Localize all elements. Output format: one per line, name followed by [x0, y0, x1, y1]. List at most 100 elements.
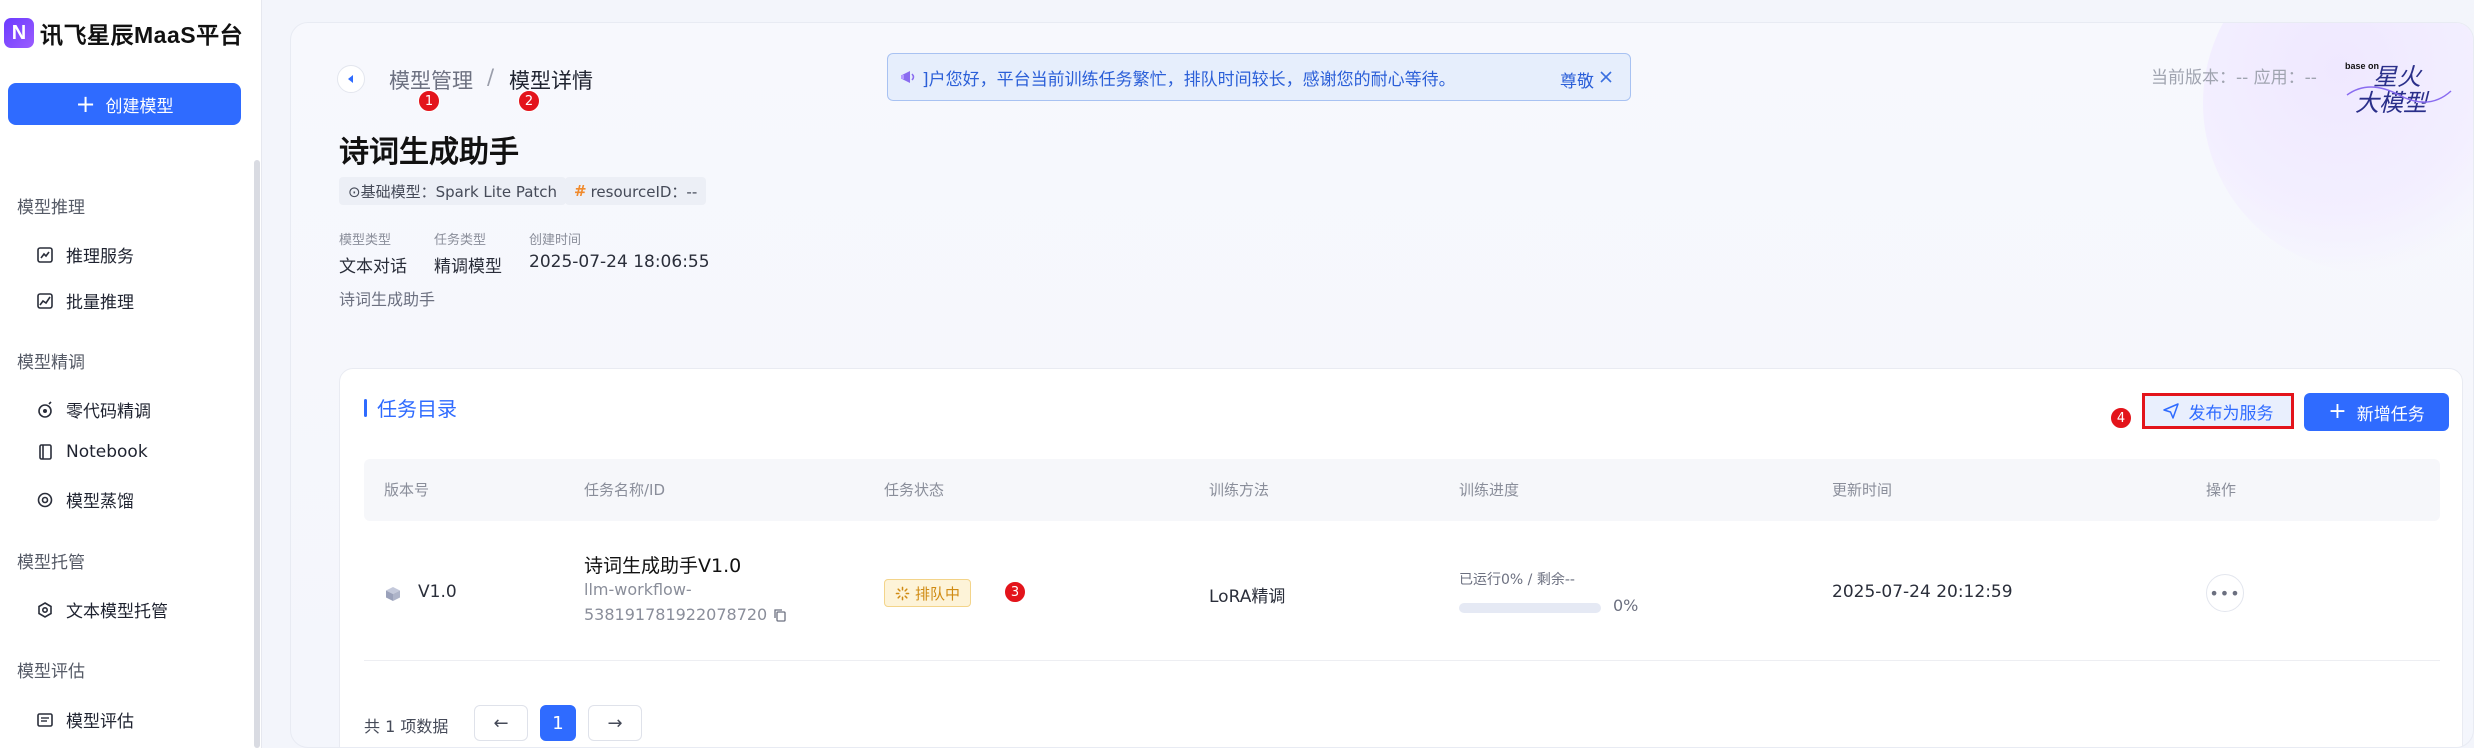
status-badge: 排队中 [884, 579, 972, 607]
sidebar-scrollbar[interactable] [254, 160, 260, 748]
create-model-label: 创建模型 [105, 96, 174, 117]
breadcrumb-model-detail: 模型详情 [509, 69, 593, 93]
main-panel: 模型管理 / 模型详情 1 2 ]户您好，平台当前训练任务繁忙，排队时间较长，感… [290, 22, 2474, 748]
sidebar-item-label: 推理服务 [66, 247, 134, 267]
meta-label-created-time: 创建时间 [529, 233, 582, 248]
more-icon: ••• [2209, 583, 2241, 603]
hash-icon: # [574, 182, 587, 200]
add-task-label: 新增任务 [2356, 404, 2425, 425]
notice-banner: ]户您好，平台当前训练任务繁忙，排队时间较长，感谢您的耐心等待。 尊敬 [887, 53, 1631, 101]
column-header-status: 任务状态 [884, 481, 945, 499]
annotation-marker-1: 1 [418, 90, 440, 112]
sidebar-item-zero-code-finetune[interactable]: 零代码精调 [36, 397, 151, 422]
annotation-marker-3: 3 [1004, 581, 1026, 603]
brand-logo: N [4, 18, 34, 48]
task-directory-title-text: 任务目录 [377, 397, 457, 421]
meta-value-created-time: 2025-07-24 18:06:55 [529, 252, 710, 272]
task-version: V1.0 [418, 582, 457, 602]
spark-logo-line1: 星火 [2373, 63, 2423, 91]
meta-label-model-type: 模型类型 [339, 233, 392, 248]
group-title-evaluation: 模型评估 [17, 662, 85, 682]
meta-value-model-type: 文本对话 [339, 257, 407, 277]
sidebar-item-distillation[interactable]: 模型蒸馏 [36, 487, 134, 512]
sidebar: N 讯飞星辰MaaS平台 + 创建模型 模型推理 推理服务 批量推理 模型精调 … [0, 0, 262, 748]
plus-icon: + [75, 90, 96, 118]
evaluation-icon [36, 711, 54, 729]
title-accent-bar [364, 398, 367, 417]
table-row[interactable]: V1.0 诗词生成助手V1.0 llm-workflow- 5381917819… [364, 521, 2440, 661]
create-model-button[interactable]: + 创建模型 [8, 83, 241, 125]
add-task-button[interactable]: + 新增任务 [2304, 393, 2449, 431]
close-icon[interactable] [1596, 67, 1616, 87]
sidebar-item-label: 零代码精调 [66, 402, 151, 422]
chart-area-icon [36, 292, 54, 310]
column-header-actions: 操作 [2206, 481, 2237, 499]
task-id-line1: llm-workflow- [584, 580, 692, 599]
group-title-inference: 模型推理 [17, 198, 85, 218]
column-header-method: 训练方法 [1209, 481, 1270, 499]
sidebar-item-label: 批量推理 [66, 293, 134, 313]
model-description: 诗词生成助手 [339, 290, 436, 309]
copy-icon[interactable] [773, 608, 787, 622]
sidebar-item-inference-service[interactable]: 推理服务 [36, 242, 134, 267]
task-directory-title: 任务目录 [364, 393, 457, 422]
tune-icon [36, 400, 54, 419]
meta-label-task-type: 任务类型 [434, 233, 487, 248]
cube-icon [386, 587, 400, 601]
total-count: 共 1 项数据 [364, 717, 449, 736]
group-title-finetune: 模型精调 [17, 353, 85, 373]
training-method: LoRA精调 [1209, 587, 1286, 607]
sidebar-item-notebook[interactable]: Notebook [36, 442, 148, 462]
more-actions-button[interactable]: ••• [2206, 574, 2244, 612]
annotation-marker-4: 4 [2110, 407, 2132, 429]
page-title: 诗词生成助手 [339, 135, 519, 170]
sidebar-item-label: Notebook [66, 442, 148, 462]
group-title-hosting: 模型托管 [17, 553, 85, 573]
publish-as-service-button[interactable]: 发布为服务 [2142, 393, 2294, 429]
pagination-prev-button[interactable]: ← [474, 705, 528, 741]
sidebar-item-text-model-hosting[interactable]: 文本模型托管 [36, 597, 168, 622]
hosting-icon [36, 601, 54, 619]
task-id-line2: 538191781922078720 [584, 602, 787, 627]
distill-icon [36, 491, 54, 509]
task-id: llm-workflow- 538191781922078720 [584, 577, 787, 627]
back-button[interactable] [337, 65, 365, 93]
table-header: 版本号 任务名称/ID 任务状态 训练方法 训练进度 更新时间 操作 [364, 459, 2440, 521]
sidebar-item-label: 模型蒸馏 [66, 492, 134, 512]
column-header-version: 版本号 [384, 481, 430, 499]
annotation-marker-2: 2 [518, 90, 540, 112]
updated-time: 2025-07-24 20:12:59 [1832, 582, 2013, 602]
sidebar-item-model-evaluation[interactable]: 模型评估 [36, 707, 134, 732]
resource-id-tag: # resourceID：-- [565, 177, 707, 205]
meta-value-task-type: 精调模型 [434, 257, 502, 277]
task-name[interactable]: 诗词生成助手V1.0 [584, 551, 741, 578]
progress-text: 已运行0% / 剩余-- [1459, 572, 1575, 588]
task-directory-card: 任务目录 4 发布为服务 + 新增任务 版本号 任务名称/ID 任务状态 训练方… [339, 368, 2463, 747]
send-icon [2162, 403, 2179, 419]
sidebar-item-batch-inference[interactable]: 批量推理 [36, 288, 134, 313]
status-text: 排队中 [915, 584, 961, 603]
pagination-page-1[interactable]: 1 [540, 705, 576, 741]
loading-icon [895, 586, 910, 600]
pagination-next-button[interactable]: → [588, 705, 642, 741]
version-app-info: 当前版本：-- 应用：-- [2151, 68, 2317, 88]
notebook-icon [36, 443, 54, 461]
resource-id-text: resourceID：-- [590, 182, 698, 201]
breadcrumb-separator: / [487, 65, 495, 89]
plus-icon: + [2328, 399, 2347, 424]
brand[interactable]: N 讯飞星辰MaaS平台 [4, 16, 243, 50]
notice-text: ]户您好，平台当前训练任务繁忙，排队时间较长，感谢您的耐心等待。 [922, 69, 1456, 90]
column-header-progress: 训练进度 [1459, 481, 1520, 499]
arrow-right-icon: → [607, 712, 623, 734]
sidebar-item-label: 模型评估 [66, 712, 134, 732]
progress-bar [1459, 603, 1601, 613]
progress-percent: 0% [1613, 596, 1639, 615]
base-model-tag: ⊙基础模型：Spark Lite Patch [339, 177, 567, 205]
arrow-left-icon: ← [493, 712, 509, 734]
publish-label: 发布为服务 [2188, 403, 2274, 424]
caret-left-icon [348, 75, 353, 83]
column-header-updated: 更新时间 [1832, 481, 1893, 499]
chart-line-icon [36, 246, 54, 264]
sidebar-item-label: 文本模型托管 [66, 602, 168, 622]
base-model-text: ⊙基础模型：Spark Lite Patch [348, 182, 558, 201]
